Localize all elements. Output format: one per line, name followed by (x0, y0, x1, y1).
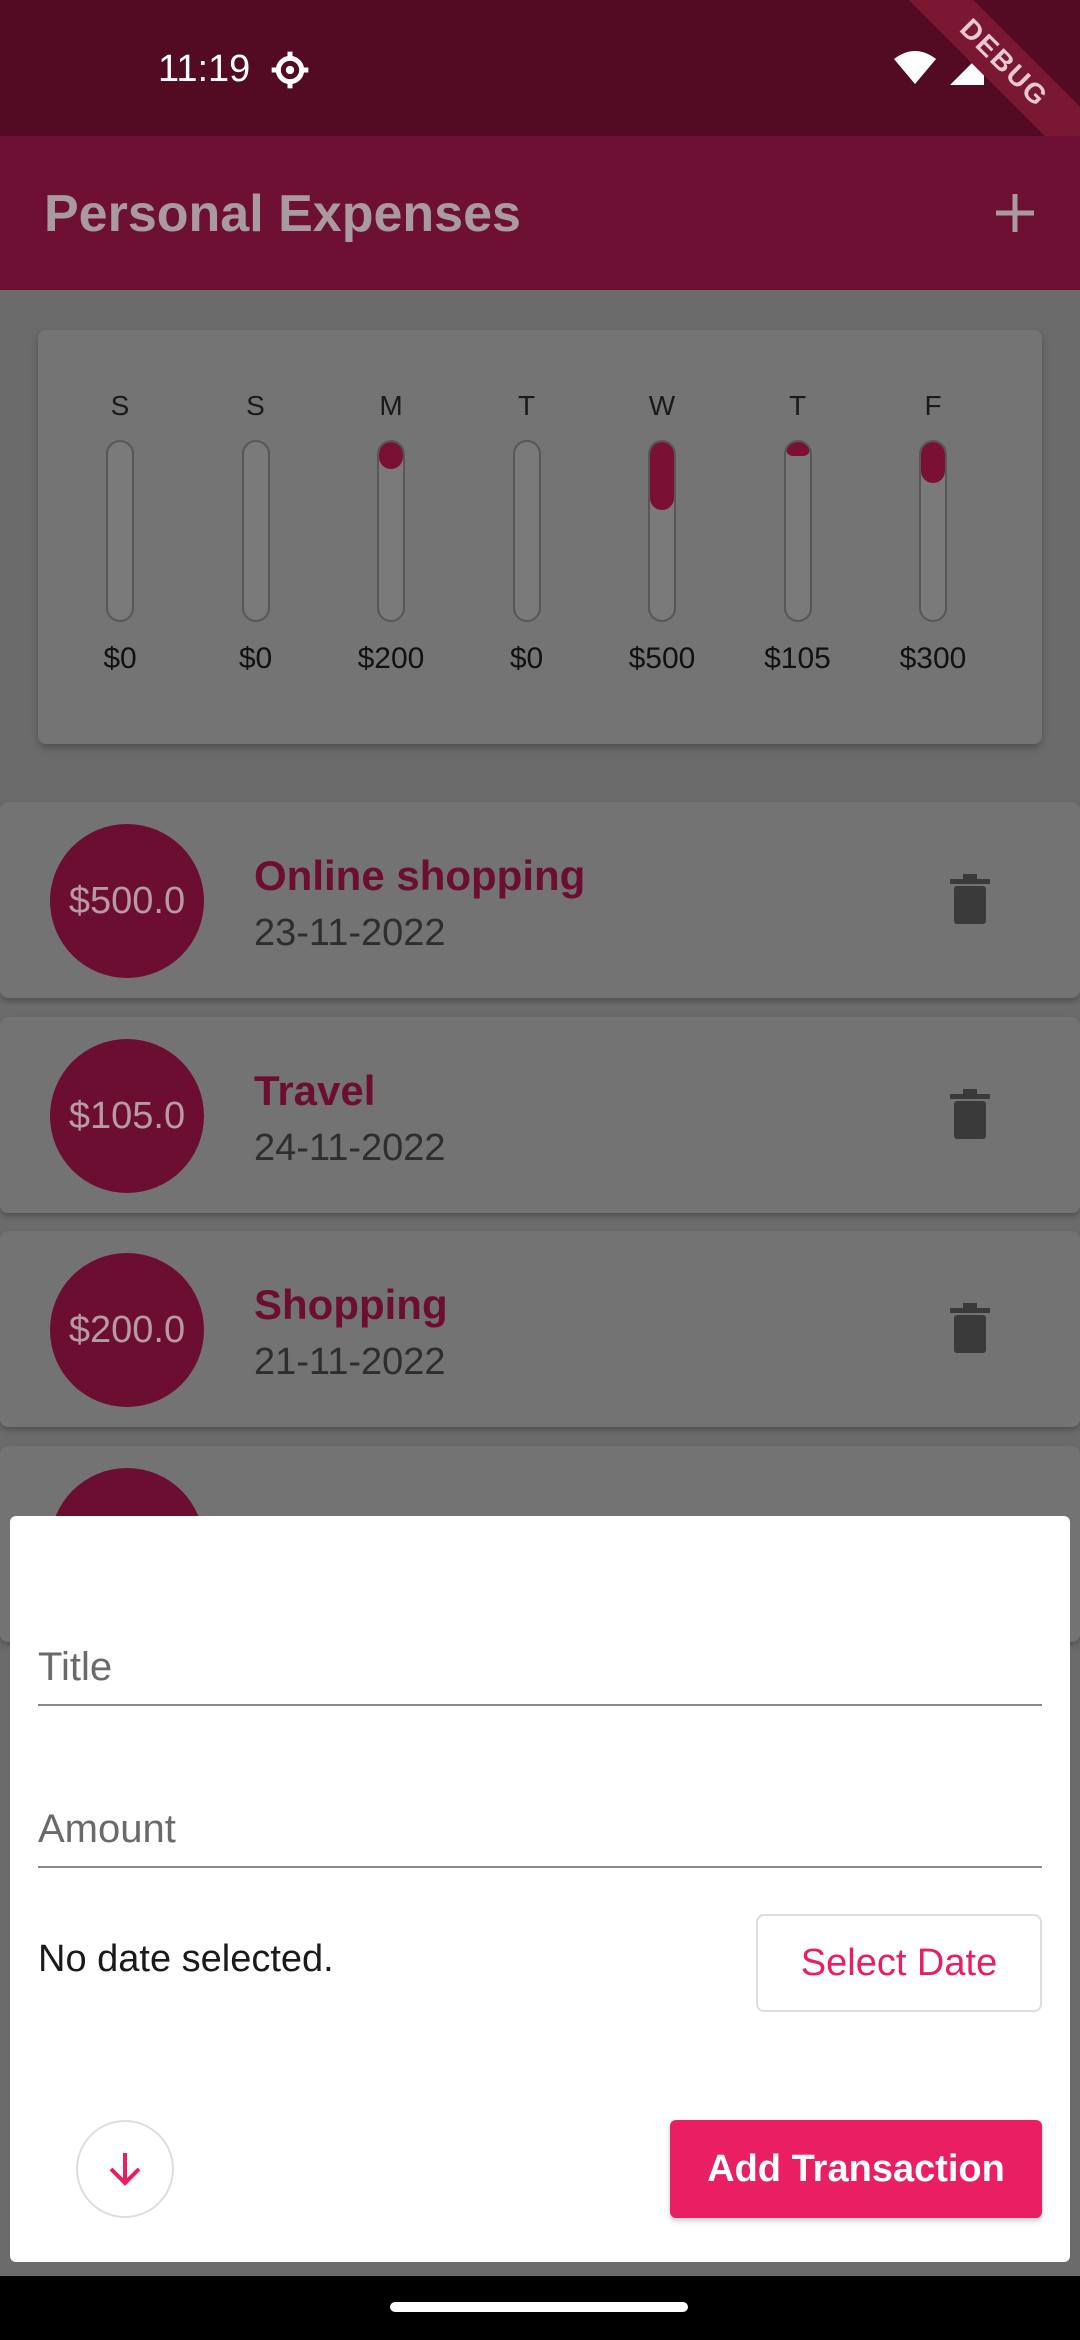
transaction-date: 21-11-2022 (254, 1341, 446, 1383)
transaction-card: $200.0 Shopping 21-11-2022 (0, 1231, 1080, 1427)
delete-icon[interactable] (950, 1303, 990, 1353)
chart-bar-track (783, 440, 812, 622)
transaction-card: $105.0 Travel 24-11-2022 (0, 1017, 1080, 1213)
chart-bar-track (919, 440, 947, 622)
transaction-title: Travel (254, 1067, 376, 1114)
status-bar: 11:19 DEBUG (0, 0, 1080, 186)
chart-day-label: F (924, 390, 942, 421)
transaction-amount-avatar: $500.0 (50, 824, 204, 978)
chart-bar-track (241, 440, 270, 622)
chart-bar-track (512, 440, 541, 622)
new-transaction-sheet: No date selected. Select Date Add Transa… (10, 1516, 1070, 2262)
chart-day-label: T (517, 390, 536, 421)
chart-amount-label: $300 (899, 642, 967, 675)
amount-input[interactable] (38, 1807, 1042, 1852)
chart-amount-label: $0 (103, 642, 137, 675)
chart-bar-track (648, 440, 676, 622)
chart-bar-fill (379, 442, 403, 470)
app-bar: Personal Expenses (0, 136, 1080, 290)
wifi-icon (894, 51, 936, 84)
chart-bar-0: S $0 (70, 390, 170, 676)
chart-amount-label: $0 (238, 642, 273, 675)
app-title: Personal Expenses (44, 185, 521, 243)
chart-bar-track (377, 440, 405, 622)
chart-bar-fill (650, 442, 674, 510)
chart-bar-1: S $0 (206, 390, 306, 676)
transaction-title: Online shopping (254, 852, 586, 899)
title-input[interactable] (38, 1645, 1042, 1690)
chart-bar-track (106, 440, 134, 622)
chart-amount-label: $500 (628, 642, 696, 675)
status-time: 11:19 (158, 48, 251, 90)
weekly-chart-card: S $0 S $0 M $200 T $0 W $500 T $105 F $300 (38, 330, 1042, 744)
chart-bar-2: M $200 (341, 390, 441, 676)
chart-amount-label: $200 (357, 642, 425, 675)
plus-icon[interactable] (980, 178, 1050, 248)
chart-bar-4: W $500 (612, 390, 712, 676)
date-status-text: No date selected. (38, 1938, 334, 1980)
delete-icon[interactable] (950, 874, 990, 924)
collapse-sheet-button[interactable] (76, 2120, 174, 2218)
chart-bar-6: F $300 (883, 390, 983, 676)
transaction-amount-avatar: $105.0 (50, 1039, 204, 1193)
settings-gear-icon (271, 51, 309, 89)
amount-field[interactable] (38, 1772, 1042, 1868)
transaction-card: $500.0 Online shopping 23-11-2022 (0, 802, 1080, 998)
chart-bar-fill (785, 442, 810, 457)
chart-bar-fill (921, 442, 945, 483)
add-transaction-button[interactable]: Add Transaction (670, 2120, 1042, 2218)
chart-day-label: W (648, 390, 676, 421)
chart-bar-3: T $0 (477, 390, 577, 676)
transaction-title: Shopping (254, 1281, 448, 1328)
chart-amount-label: $0 (509, 642, 544, 675)
transaction-amount-avatar: $200.0 (50, 1253, 204, 1407)
title-field[interactable] (38, 1610, 1042, 1706)
chart-day-label: M (379, 390, 403, 421)
transaction-date: 24-11-2022 (254, 1127, 446, 1169)
chart-bar-5: T $105 (748, 390, 848, 676)
arrow-down-icon (109, 2153, 141, 2186)
chart-day-label: S (246, 390, 265, 421)
chart-day-label: S (110, 390, 130, 421)
navigation-bar (0, 2276, 1080, 2340)
chart-amount-label: $105 (764, 642, 831, 675)
select-date-button[interactable]: Select Date (756, 1914, 1042, 2012)
transaction-date: 23-11-2022 (254, 912, 446, 954)
delete-icon[interactable] (950, 1089, 990, 1139)
home-handle[interactable] (390, 2302, 688, 2312)
chart-day-label: T (788, 390, 807, 421)
